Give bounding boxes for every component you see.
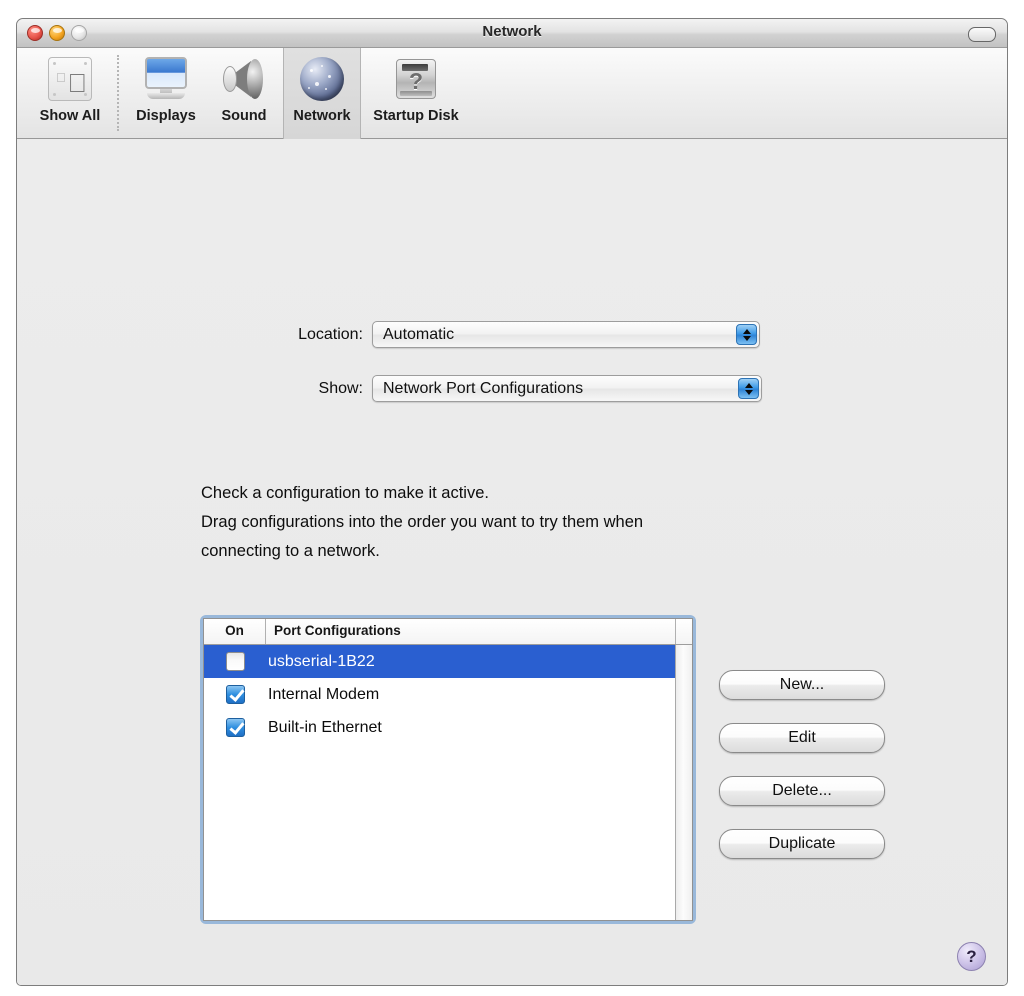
toolbar-item-label: Show All xyxy=(39,108,101,124)
toolbar-item-label: Network xyxy=(293,108,351,124)
instruction-line-3: connecting to a network. xyxy=(201,542,380,560)
delete-button[interactable]: Delete... xyxy=(719,776,885,806)
chevron-updown-icon xyxy=(736,324,757,345)
table-row[interactable]: usbserial-1B22 xyxy=(204,645,675,678)
show-popup[interactable]: Network Port Configurations xyxy=(372,375,762,402)
startup-disk-icon: ? xyxy=(393,54,439,104)
show-label: Show: xyxy=(318,379,363,397)
toolbar-item-label: Sound xyxy=(221,108,267,124)
toolbar-item-show-all[interactable]:   Show All xyxy=(31,48,109,139)
network-globe-icon xyxy=(300,54,344,104)
duplicate-button[interactable]: Duplicate xyxy=(719,829,885,859)
header-pad xyxy=(676,619,692,644)
edit-button[interactable]: Edit xyxy=(719,723,885,753)
network-preferences-window: Network   Show All xyxy=(16,18,1008,986)
checkbox-checked-icon[interactable] xyxy=(225,685,245,704)
sound-icon xyxy=(221,54,267,104)
show-all-icon:   xyxy=(48,54,92,104)
show-value: Network Port Configurations xyxy=(383,379,584,397)
preferences-content: Location: Automatic Show: Network Port C… xyxy=(17,139,1007,985)
list-scrollbar[interactable] xyxy=(675,645,692,920)
toolbar-item-startup-disk[interactable]: ? Startup Disk xyxy=(361,48,471,139)
column-header-port-configurations[interactable]: Port Configurations xyxy=(266,619,676,644)
row-checkbox-cell[interactable] xyxy=(204,652,266,671)
help-button[interactable]: ? xyxy=(957,942,986,971)
window-titlebar: Network xyxy=(17,19,1007,48)
toolbar-separator xyxy=(117,55,119,131)
toolbar-item-displays[interactable]: Displays xyxy=(127,48,205,139)
table-row[interactable]: Internal Modem xyxy=(204,678,675,711)
window-title: Network xyxy=(482,23,542,40)
displays-icon xyxy=(143,54,189,104)
toolbar-item-label: Displays xyxy=(136,108,196,124)
toolbar-item-sound[interactable]: Sound xyxy=(205,48,283,139)
toolbar-item-network[interactable]: Network xyxy=(283,48,361,139)
port-configurations-list[interactable]: On Port Configurations usbserial-1B22 In… xyxy=(203,618,693,921)
checkbox-checked-icon[interactable] xyxy=(225,718,245,737)
table-row[interactable]: Built-in Ethernet xyxy=(204,711,675,744)
checkbox-unchecked-icon[interactable] xyxy=(225,652,245,671)
row-label: Internal Modem xyxy=(268,685,380,703)
chevron-updown-icon xyxy=(738,378,759,399)
row-checkbox-cell[interactable] xyxy=(204,685,266,704)
instruction-line-2: Drag configurations into the order you w… xyxy=(201,513,644,531)
new-button[interactable]: New... xyxy=(719,670,885,700)
row-label: Built-in Ethernet xyxy=(268,718,382,736)
instructions-text: Check a configuration to make it active.… xyxy=(201,479,901,566)
location-value: Automatic xyxy=(383,325,455,343)
list-header-row: On Port Configurations xyxy=(204,619,692,645)
column-header-on[interactable]: On xyxy=(204,619,266,644)
row-checkbox-cell[interactable] xyxy=(204,718,266,737)
instruction-line-1: Check a configuration to make it active. xyxy=(201,484,489,502)
location-label: Location: xyxy=(298,325,363,343)
location-popup[interactable]: Automatic xyxy=(372,321,760,348)
row-label: usbserial-1B22 xyxy=(268,652,375,670)
list-action-buttons: New... Edit Delete... Duplicate xyxy=(719,670,885,882)
location-row: Location: Automatic xyxy=(17,321,1007,348)
toolbar-item-label: Startup Disk xyxy=(373,108,459,124)
show-row: Show: Network Port Configurations xyxy=(17,375,1007,402)
preferences-toolbar:   Show All Displays Sound xyxy=(17,48,1007,139)
toolbar-toggle-button[interactable] xyxy=(968,27,996,42)
